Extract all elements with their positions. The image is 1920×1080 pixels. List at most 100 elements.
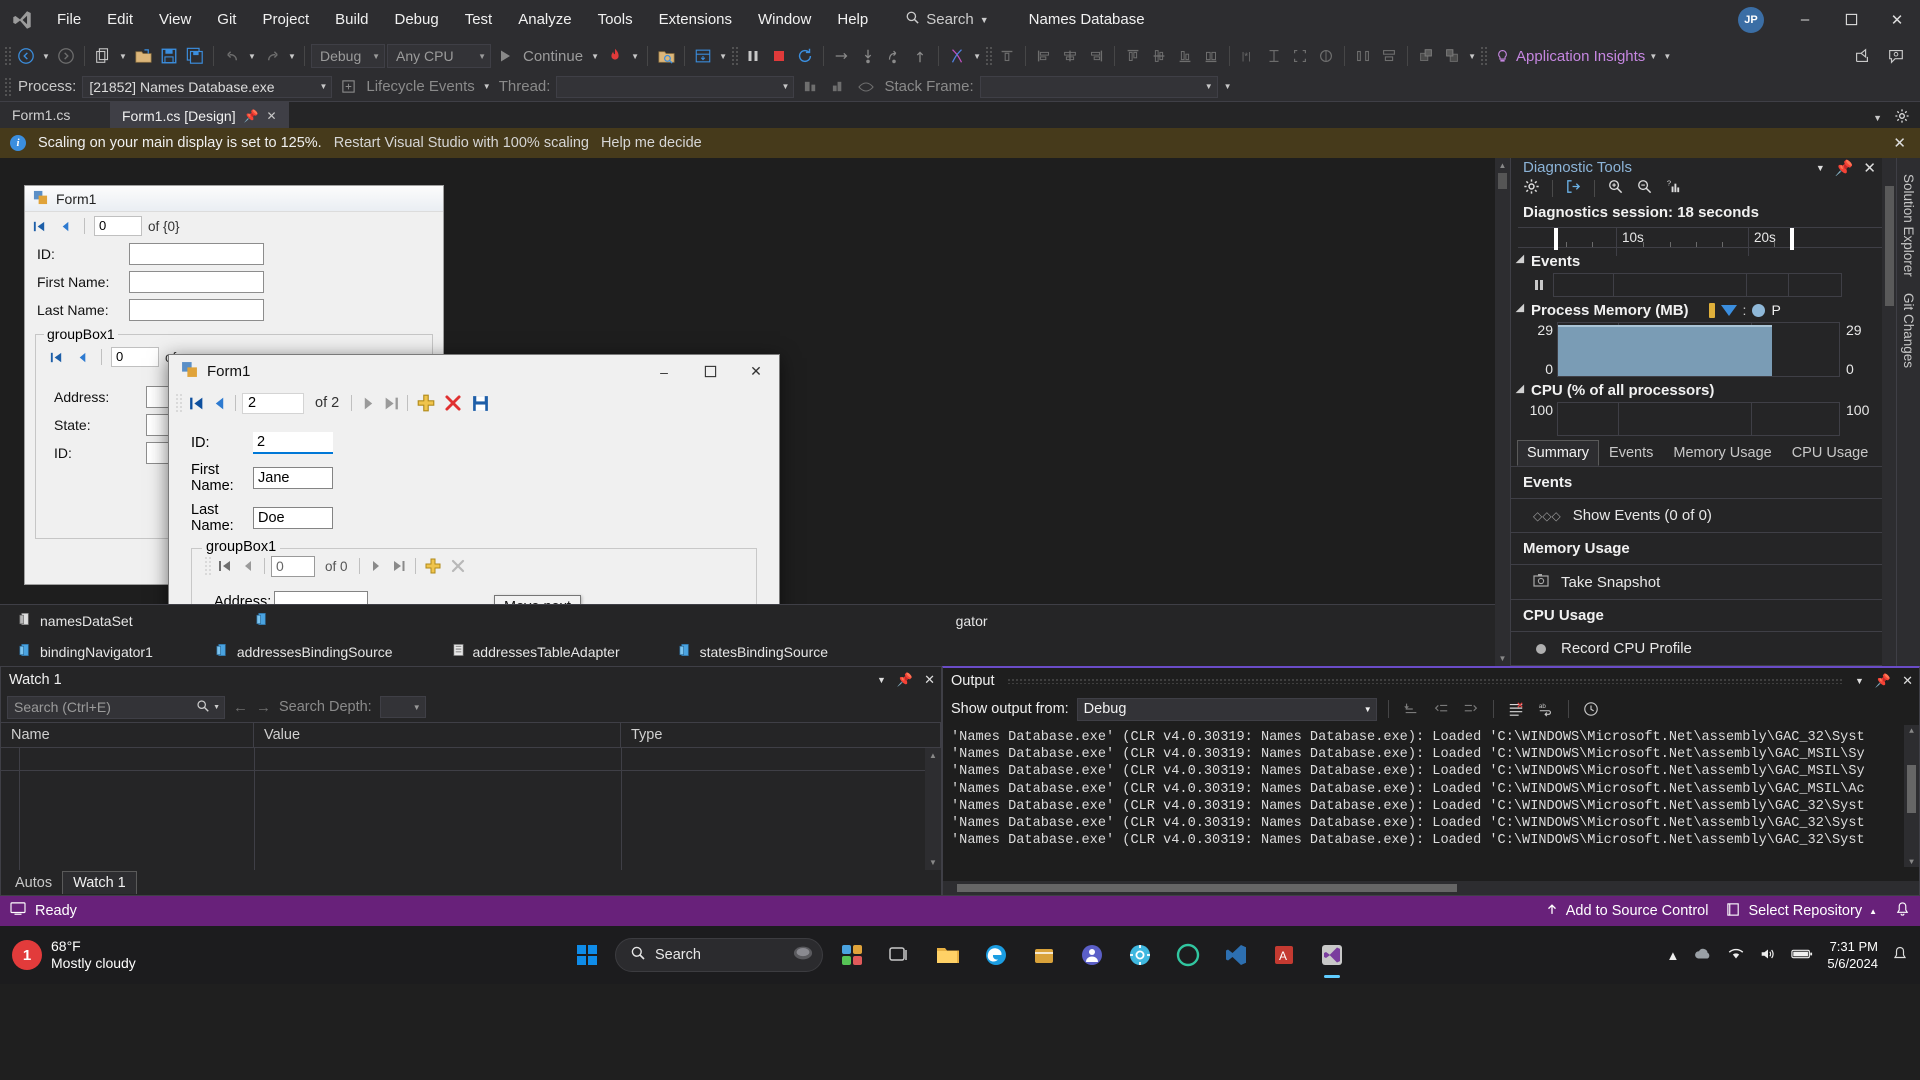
dock-tab-solution-explorer[interactable]: Solution Explorer <box>1897 166 1920 285</box>
watch-tab-autos[interactable]: Autos <box>5 872 62 894</box>
events-track[interactable] <box>1553 272 1842 297</box>
zoom-out-icon[interactable] <box>1636 178 1653 199</box>
application-insights-button[interactable]: Application Insights <box>1516 48 1645 65</box>
tray-item-hidden[interactable] <box>255 611 270 630</box>
move-last-icon[interactable] <box>389 556 409 576</box>
horizontal-spacing-icon[interactable]: |*| <box>1236 43 1260 69</box>
tray-item-addressestableadapter[interactable]: addressesTableAdapter <box>451 642 620 661</box>
form1-close-button[interactable]: ✕ <box>733 355 779 388</box>
output-log[interactable]: 'Names Database.exe' (CLR v4.0.30319: Na… <box>943 725 1919 881</box>
magnifier-icon[interactable] <box>196 699 210 716</box>
tray-item-statesbindingsource[interactable]: statesBindingSource <box>678 642 828 661</box>
move-first-icon[interactable] <box>186 393 206 413</box>
form1-firstname-input[interactable]: Jane <box>253 467 333 489</box>
new-project-icon[interactable] <box>91 43 115 69</box>
bring-to-front-icon[interactable] <box>1414 43 1438 69</box>
make-same-size-icon[interactable] <box>1199 43 1223 69</box>
panel-drag-grip[interactable] <box>1006 677 1843 684</box>
close-icon[interactable]: ✕ <box>924 672 935 688</box>
gear-icon[interactable] <box>1523 178 1540 199</box>
scroll-down-icon[interactable]: ▼ <box>1495 651 1510 666</box>
move-first-icon[interactable] <box>29 216 49 236</box>
align-tops-icon[interactable] <box>1121 43 1145 69</box>
watch-col-type[interactable]: Type <box>621 722 941 748</box>
chevron-up-icon[interactable]: ▲ <box>1667 948 1680 963</box>
menu-window[interactable]: Window <box>745 0 824 40</box>
save-all-icon[interactable] <box>183 43 207 69</box>
notification-bell-icon[interactable] <box>1892 946 1908 965</box>
cpu-plot-area[interactable] <box>1557 402 1840 436</box>
avatar[interactable]: JP <box>1738 6 1764 33</box>
find-message-icon[interactable] <box>1400 697 1422 721</box>
menu-analyze[interactable]: Analyze <box>505 0 584 40</box>
align-middles-icon[interactable] <box>1147 43 1171 69</box>
tray-item-addressesbindingsource[interactable]: addressesBindingSource <box>215 642 393 661</box>
open-file-icon[interactable] <box>131 43 155 69</box>
explorer-icon[interactable] <box>929 936 967 974</box>
menu-extensions[interactable]: Extensions <box>646 0 745 40</box>
pause-icon[interactable] <box>1525 278 1553 292</box>
stop-icon[interactable] <box>767 43 791 69</box>
move-next-icon[interactable] <box>366 556 386 576</box>
play-icon[interactable] <box>493 43 517 69</box>
threads-icon[interactable] <box>945 43 969 69</box>
move-last-icon[interactable] <box>381 393 401 413</box>
pin-icon[interactable]: 📌 <box>244 109 259 123</box>
menu-edit[interactable]: Edit <box>94 0 146 40</box>
visual-studio-icon[interactable] <box>1313 936 1351 974</box>
save-data-icon[interactable] <box>468 393 492 413</box>
chevron-down-icon[interactable]: ▼ <box>1816 163 1825 173</box>
tab-form1-cs-design[interactable]: Form1.cs [Design] 📌 ✕ <box>110 102 289 128</box>
toolbar-grip[interactable] <box>1480 46 1489 66</box>
expander-icon[interactable] <box>1515 254 1529 268</box>
threads-dropdown-icon[interactable]: ▼ <box>971 52 983 61</box>
browser-icon[interactable] <box>1169 936 1207 974</box>
diagnostics-timeline-ruler[interactable]: 10s 20s <box>1518 226 1882 256</box>
teams-icon[interactable] <box>1073 936 1111 974</box>
form1-maximize-button[interactable] <box>687 355 733 388</box>
stack-frame-combo[interactable]: ▼ <box>979 75 1218 98</box>
delete-icon[interactable] <box>441 393 465 413</box>
menu-file[interactable]: File <box>44 0 94 40</box>
summary-item-record-cpu[interactable]: Record CPU Profile <box>1511 632 1882 666</box>
timeline-end-marker[interactable] <box>1790 227 1794 250</box>
tab-form1-cs[interactable]: Form1.cs <box>0 102 110 128</box>
watch-col-name[interactable]: Name <box>1 722 254 748</box>
size-to-grid-icon[interactable] <box>1288 43 1312 69</box>
app-insights-dropdown-icon[interactable]: ▼ <box>1647 52 1659 61</box>
taskview-icon[interactable] <box>881 936 919 974</box>
settings-icon[interactable] <box>1121 936 1159 974</box>
lifecycle-icon[interactable] <box>336 74 360 100</box>
output-horizontal-scrollbar[interactable] <box>943 881 1919 895</box>
toolbar-grip[interactable] <box>4 46 12 66</box>
restart-with-100-scaling-link[interactable]: Restart Visual Studio with 100% scaling <box>334 135 589 151</box>
order-back-icon[interactable] <box>1377 43 1401 69</box>
select-repository-button[interactable]: Select Repository ▲ <box>1726 902 1877 921</box>
tray-item-navigator[interactable]: gator <box>956 613 988 629</box>
lifecycle-dropdown-icon[interactable]: ▼ <box>481 82 493 91</box>
watch-vertical-scrollbar[interactable]: ▲ ▼ <box>925 748 941 870</box>
help-me-decide-link[interactable]: Help me decide <box>601 135 702 151</box>
diagnostics-vertical-scrollbar[interactable] <box>1882 158 1896 666</box>
pin-icon[interactable]: 📌 <box>1835 159 1854 177</box>
form1-group-position-input[interactable]: 0 <box>271 555 315 577</box>
window-minimize-button[interactable]: – <box>1782 0 1828 40</box>
back-dropdown-icon[interactable]: ▼ <box>40 52 52 61</box>
align-centers-icon[interactable] <box>1058 43 1082 69</box>
hot-reload-icon[interactable] <box>603 43 627 69</box>
watch-col-value[interactable]: Value <box>254 722 621 748</box>
stack-frames-alt-icon[interactable] <box>826 74 850 100</box>
navigate-back-icon[interactable] <box>14 43 38 69</box>
arrow-right-icon[interactable]: → <box>256 699 271 716</box>
move-previous-icon[interactable] <box>72 347 92 367</box>
form1-id-input[interactable]: 2 <box>253 432 333 454</box>
move-next-icon[interactable] <box>358 393 378 413</box>
step-into-icon[interactable] <box>856 43 880 69</box>
diag-tab-memory-usage[interactable]: Memory Usage <box>1663 440 1781 466</box>
infobar-close-icon[interactable]: ✕ <box>1889 134 1910 152</box>
order-front-icon[interactable] <box>1351 43 1375 69</box>
align-top-icon[interactable] <box>995 43 1019 69</box>
window-layout-icon[interactable] <box>691 43 715 69</box>
toolbar-grip[interactable] <box>4 76 12 97</box>
widgets-icon[interactable] <box>833 936 871 974</box>
